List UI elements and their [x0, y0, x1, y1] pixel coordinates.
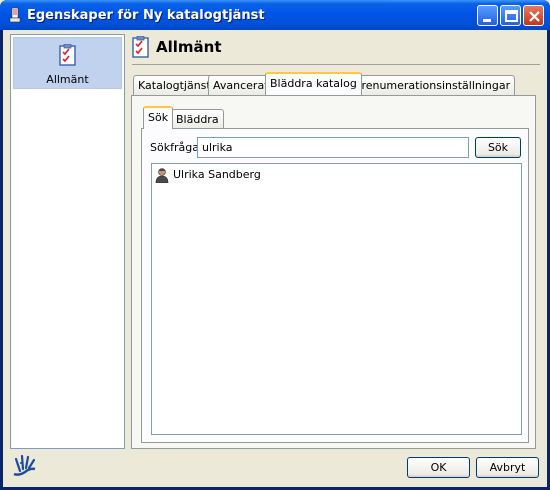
- app-icon: [9, 7, 21, 23]
- ok-button[interactable]: OK: [407, 457, 470, 478]
- hand-logo-icon: [13, 454, 36, 476]
- checklist-icon: [132, 36, 149, 58]
- search-input[interactable]: ulrika: [197, 137, 469, 158]
- maximize-icon: [505, 10, 518, 22]
- tab-bladdra-katalog[interactable]: Bläddra katalog: [265, 72, 362, 95]
- dialog-body: Allmänt Allmänt Katalogtjänst Avancerat …: [3, 30, 547, 487]
- user-icon: [155, 168, 169, 183]
- subtab-bladdra[interactable]: Bläddra: [171, 109, 224, 129]
- sidebar-item-allmant[interactable]: Allmänt: [13, 37, 122, 89]
- window-title: Egenskaper för Ny katalogtjänst: [27, 8, 265, 23]
- tab-avancerat[interactable]: Avancerat: [208, 75, 274, 95]
- subtab-sok[interactable]: Sök: [143, 106, 174, 129]
- search-panel: Sökfråga ulrika Sök Ulrika Sandberg: [141, 128, 529, 443]
- section-title: Allmänt: [156, 38, 222, 56]
- results-list[interactable]: Ulrika Sandberg: [151, 163, 522, 435]
- search-query-label: Sökfråga: [150, 141, 199, 154]
- minimize-button[interactable]: [477, 5, 498, 26]
- tab-katalogtjanst[interactable]: Katalogtjänst: [133, 75, 216, 95]
- cancel-button[interactable]: Avbryt: [476, 457, 539, 478]
- tab-prenumerationsinstallningar[interactable]: Prenumerationsinställningar: [350, 75, 516, 95]
- title-bar[interactable]: Egenskaper för Ny katalogtjänst: [0, 0, 550, 30]
- close-icon: [529, 11, 540, 22]
- checklist-icon: [59, 44, 76, 66]
- close-button[interactable]: [523, 5, 544, 26]
- tab-panel: Sök Bläddra Sökfråga ulrika Sök Ulrika S…: [131, 95, 536, 449]
- maximize-button[interactable]: [500, 5, 521, 26]
- minimize-icon: [483, 19, 491, 22]
- result-name: Ulrika Sandberg: [173, 168, 261, 181]
- dialog-window: Egenskaper för Ny katalogtjänst Allmänt: [0, 0, 550, 490]
- category-sidebar: Allmänt: [10, 34, 125, 449]
- header-divider: [132, 64, 540, 65]
- sidebar-item-label: Allmänt: [46, 73, 89, 86]
- search-button[interactable]: Sök: [475, 137, 521, 158]
